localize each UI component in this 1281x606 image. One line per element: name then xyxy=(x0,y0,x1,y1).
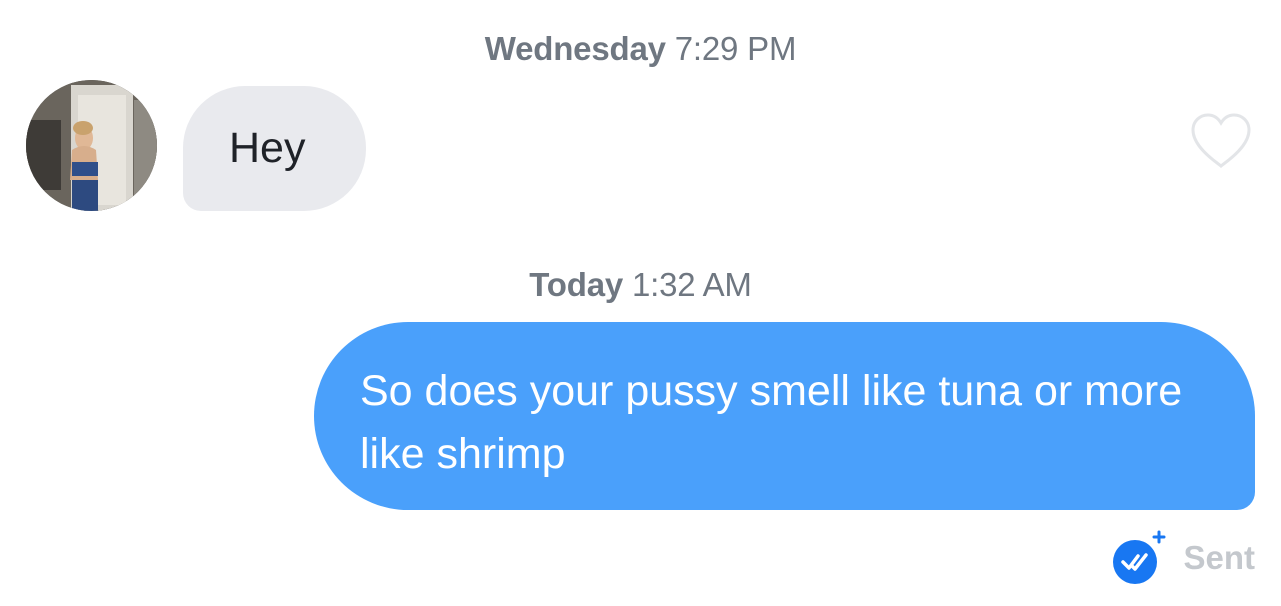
read-receipt-icon[interactable] xyxy=(1111,530,1167,586)
incoming-message-bubble[interactable]: Hey xyxy=(183,86,366,211)
like-message-button[interactable] xyxy=(1189,112,1253,170)
double-check-badge-icon xyxy=(1113,530,1166,584)
avatar-photo xyxy=(26,80,157,211)
outgoing-message-text: So does your pussy smell like tuna or mo… xyxy=(360,367,1183,478)
timestamp-time: 7:29 PM xyxy=(674,30,797,67)
message-timestamp: Today 1:32 AM xyxy=(0,266,1281,304)
timestamp-day: Today xyxy=(529,266,624,303)
match-avatar[interactable] xyxy=(26,80,157,211)
message-timestamp: Wednesday 7:29 PM xyxy=(0,30,1281,68)
timestamp-day: Wednesday xyxy=(484,30,666,67)
message-status: Sent xyxy=(1111,530,1255,586)
outgoing-message-bubble[interactable]: So does your pussy smell like tuna or mo… xyxy=(314,322,1255,510)
incoming-message-text: Hey xyxy=(229,124,306,172)
heart-outline-icon xyxy=(1191,113,1251,169)
chat-thread: Wednesday 7:29 PM Hey Today 1:32 AM So d… xyxy=(0,0,1281,606)
timestamp-time: 1:32 AM xyxy=(632,266,752,303)
sent-status-label: Sent xyxy=(1183,539,1255,576)
